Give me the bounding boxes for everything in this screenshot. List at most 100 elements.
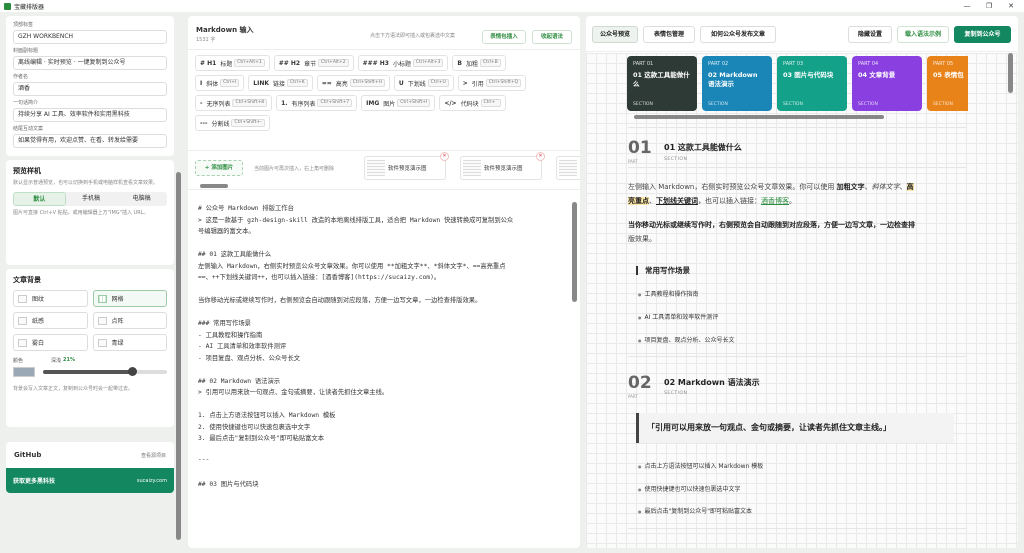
depth-slider[interactable] [43, 367, 167, 376]
editor-line: - 项目复盘、观点分析、公众号长文 [198, 354, 301, 362]
top-tag-input[interactable]: GZH WORKBENCH [13, 30, 167, 44]
editor-scrollbar[interactable] [572, 202, 577, 302]
bold-button[interactable]: B 加粗 Ctrl+B [452, 55, 506, 71]
toc-card[interactable]: PART 01 01 这款工具能做什么 SECTION [627, 56, 697, 111]
tool-icon: - [200, 99, 203, 107]
shortcut: Ctrl+Shift+- [231, 119, 265, 127]
bg-option-grid[interactable]: 网格 [92, 290, 167, 307]
sidebar-scrollbar[interactable] [176, 172, 181, 540]
window-title: 宝藏排版器 [14, 3, 45, 11]
view-source-link[interactable]: 查看源项目 [141, 452, 166, 459]
bg-option-pattern[interactable]: 图纹 [13, 290, 88, 307]
toc-title: 05 表情包 [933, 71, 964, 79]
editor-line: 当你移动光标或继续写作时，右侧预览会自动跟随到对应段落，方便一边写文章，一边检查… [198, 297, 482, 304]
image-bar-scrollbar[interactable] [200, 184, 228, 188]
github-link[interactable]: GitHub 查看源项目 [6, 442, 174, 468]
tool-label: 分割线 [211, 120, 230, 128]
tool-label: 高亮 [335, 80, 348, 88]
bg-option-label: 图纹 [32, 296, 45, 303]
code-block-button[interactable]: </> 代码块 Ctrl+` [439, 95, 506, 111]
color-picker[interactable] [13, 367, 35, 377]
ending-input[interactable]: 如果觉得有用，欢迎点赞、在看、转发给需要 [13, 134, 167, 148]
italic-button[interactable]: I 斜体 Ctrl+I [195, 75, 245, 91]
bold-text: 当你移动光标或继续写作时，右侧预览会自动跟随到对应段落，方便一边写文章，一边检查… [628, 221, 915, 229]
minimize-icon[interactable]: — [956, 0, 978, 12]
image-thumb[interactable] [556, 156, 580, 180]
delete-icon[interactable]: ✕ [536, 152, 545, 161]
toc-title: 03 图片与代码块 [783, 71, 834, 79]
settings-sidebar: 顶部标签 GZH WORKBENCH 封面副标题 离线编辑 · 实时预览 · 一… [6, 16, 174, 549]
preview-scrollbar[interactable] [1008, 53, 1013, 93]
thumb-label: 软件预览演示图 [388, 166, 427, 172]
emoji-insert-button[interactable]: 表情包插入 [482, 30, 526, 44]
cover-subtitle-input[interactable]: 离线编辑 · 实时预览 · 一键复制到公众号 [13, 56, 167, 70]
bg-option-paper[interactable]: 纸感 [13, 312, 88, 329]
close-icon[interactable]: ✕ [1000, 0, 1022, 12]
promo-title: 获取更多黑科技 [13, 478, 56, 485]
collapse-syntax-button[interactable]: 收起语法 [532, 30, 572, 44]
quote-button[interactable]: > 引用 Ctrl+Shift+Q [457, 75, 527, 91]
h1-button[interactable]: # H1 标题 Ctrl+Alt+1 [195, 55, 270, 71]
h3-button[interactable]: ### H3 小标题 Ctrl+Alt+3 [357, 55, 449, 71]
editor-line: 2. 使用快捷键也可以快速包裹选中文字 [198, 423, 311, 431]
toc-part: PART 05 [933, 61, 954, 67]
divider-line [628, 167, 966, 168]
copy-to-wechat-button[interactable]: 复制到公众号 [954, 26, 1011, 43]
toc-sub: SECTION [783, 102, 803, 107]
toc-card[interactable]: PART 04 04 文章背景 SECTION [852, 56, 922, 111]
tool-label: 下划线 [407, 80, 426, 88]
editor-line: ## 01 这款工具能做什么 [198, 251, 272, 258]
bg-option-mist[interactable]: 雾白 [13, 334, 88, 351]
toc-card[interactable]: PART 02 02 Markdown 语法演示 SECTION [702, 56, 772, 111]
add-image-button[interactable]: + 添加图片 [195, 160, 243, 176]
divider-button[interactable]: --- 分割线 Ctrl+Shift+- [195, 115, 270, 131]
text: 左侧输入 Markdown，右侧实时预览公众号文章效果。你可以使用 [628, 183, 835, 191]
editor-line: 号编辑器的富文本。 [198, 228, 255, 235]
image-thumb[interactable]: 软件预览演示图 ✕ [364, 152, 449, 180]
editor-line: 1. 点击上方语法按钮可以插入 Markdown 模板 [198, 412, 336, 419]
link-button[interactable]: LINK 链接 Ctrl+K [248, 75, 313, 91]
bg-option-label: 点阵 [111, 318, 124, 325]
bio-input[interactable]: 持续分享 AI 工具、效率软件和实用黑科技 [13, 108, 167, 122]
toc-card[interactable]: PART 03 03 图片与代码块 SECTION [777, 56, 847, 111]
tab-publish-guide[interactable]: 如何公众号发布文章 [700, 26, 776, 43]
ordered-list-button[interactable]: 1. 有序列表 Ctrl+Shift+7 [276, 95, 358, 111]
list-item: 点击上方语法按钮可以插入 Markdown 模板 [638, 461, 764, 470]
markdown-editor[interactable]: # 公众号 Markdown 排版工作台 > 这是一款基于 gzh-design-… [188, 194, 568, 548]
italic-text: 斜体文字 [871, 183, 900, 191]
thumb-label: 软件预览演示图 [484, 166, 523, 172]
underline-text: 下划线关键词 [656, 197, 698, 205]
author-input[interactable]: 酒香 [13, 82, 167, 96]
shortcut: Ctrl+Shift+7 [317, 99, 353, 107]
image-button[interactable]: IMG 图片 Ctrl+Shift+I [361, 95, 436, 111]
slider-knob[interactable] [128, 367, 138, 376]
blog-link[interactable]: 酒香博客 [761, 197, 789, 205]
highlight-button[interactable]: == 高亮 Ctrl+Shift+H [316, 75, 390, 91]
toc-card[interactable]: PART 05 05 表情包 SECTION [927, 56, 968, 111]
shortcut: Ctrl+I [220, 79, 240, 87]
bg-option-teal[interactable]: 青绿 [92, 334, 167, 351]
tab-wechat-preview[interactable]: 公众号预览 [592, 26, 638, 43]
delete-icon[interactable]: ✕ [440, 152, 449, 161]
bg-option-dots[interactable]: 点阵 [92, 312, 167, 329]
style-desktop-option[interactable]: 电脑稿 [116, 192, 167, 206]
toc-scrollbar[interactable] [634, 115, 884, 119]
github-card: GitHub 查看源项目 获取更多黑科技 sucaizy.com [6, 442, 174, 493]
load-demo-button[interactable]: 载入语法示例 [897, 26, 949, 43]
hide-settings-button[interactable]: 隐藏设置 [848, 26, 892, 43]
preview-style-segmented: 默认 手机稿 电脑稿 [13, 192, 167, 206]
maximize-icon[interactable]: ❐ [978, 0, 1000, 12]
unordered-list-button[interactable]: - 无序列表 Ctrl+Shift+8 [195, 95, 273, 111]
image-thumb[interactable]: 软件预览演示图 ✕ [460, 152, 545, 180]
editor-line: ## 02 Markdown 语法演示 [198, 377, 281, 385]
h2-button[interactable]: ## H2 章节 Ctrl+Alt+2 [273, 55, 354, 71]
section-number: 01 [628, 138, 652, 158]
promo-banner[interactable]: 获取更多黑科技 sucaizy.com [6, 468, 174, 493]
tool-icon: 1. [281, 99, 288, 107]
style-default-option[interactable]: 默认 [13, 192, 66, 206]
thumb-preview [463, 160, 481, 176]
style-mobile-option[interactable]: 手机稿 [66, 192, 117, 206]
tab-emoji-manager[interactable]: 表情包管理 [643, 26, 695, 43]
underline-button[interactable]: U 下划线 Ctrl+U [393, 75, 454, 91]
